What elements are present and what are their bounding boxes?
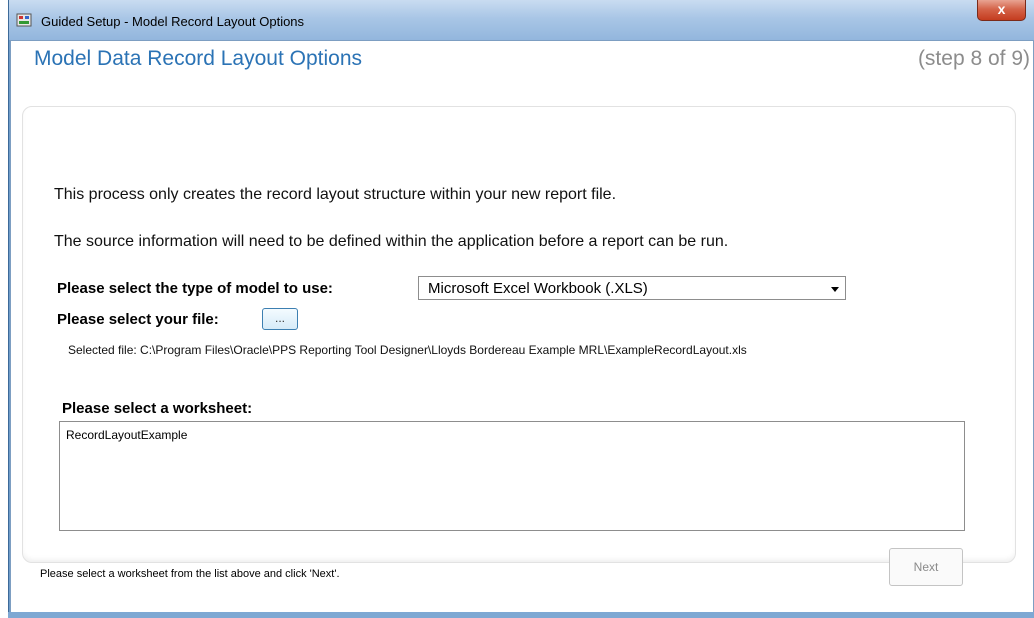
window-bottom-border (8, 612, 1034, 618)
model-type-dropdown[interactable]: Microsoft Excel Workbook (.XLS) (418, 276, 846, 300)
next-button[interactable]: Next (889, 548, 963, 586)
title-bar[interactable]: Guided Setup - Model Record Layout Optio… (9, 0, 1034, 40)
close-button[interactable]: x (977, 0, 1026, 21)
window-title: Guided Setup - Model Record Layout Optio… (41, 14, 305, 29)
page-title: Model Data Record Layout Options (34, 47, 363, 70)
chevron-down-icon (831, 287, 839, 292)
step-indicator: (step 8 of 9) (917, 47, 1030, 70)
browse-file-button[interactable]: ... (262, 308, 298, 330)
model-type-label: Please select the type of model to use: (57, 280, 333, 297)
selected-file-path: Selected file: C:\Program Files\Oracle\P… (68, 343, 747, 357)
status-hint: Please select a worksheet from the list … (40, 568, 340, 580)
list-item[interactable]: RecordLayoutExample (66, 428, 187, 442)
worksheet-label: Please select a worksheet: (62, 400, 253, 417)
file-label: Please select your file: (57, 311, 219, 328)
worksheet-list[interactable]: RecordLayoutExample (59, 421, 965, 531)
app-icon (16, 13, 32, 27)
model-type-value: Microsoft Excel Workbook (.XLS) (428, 280, 648, 297)
info-text-2: The source information will need to be d… (54, 233, 729, 250)
info-text-1: This process only creates the record lay… (54, 186, 617, 203)
